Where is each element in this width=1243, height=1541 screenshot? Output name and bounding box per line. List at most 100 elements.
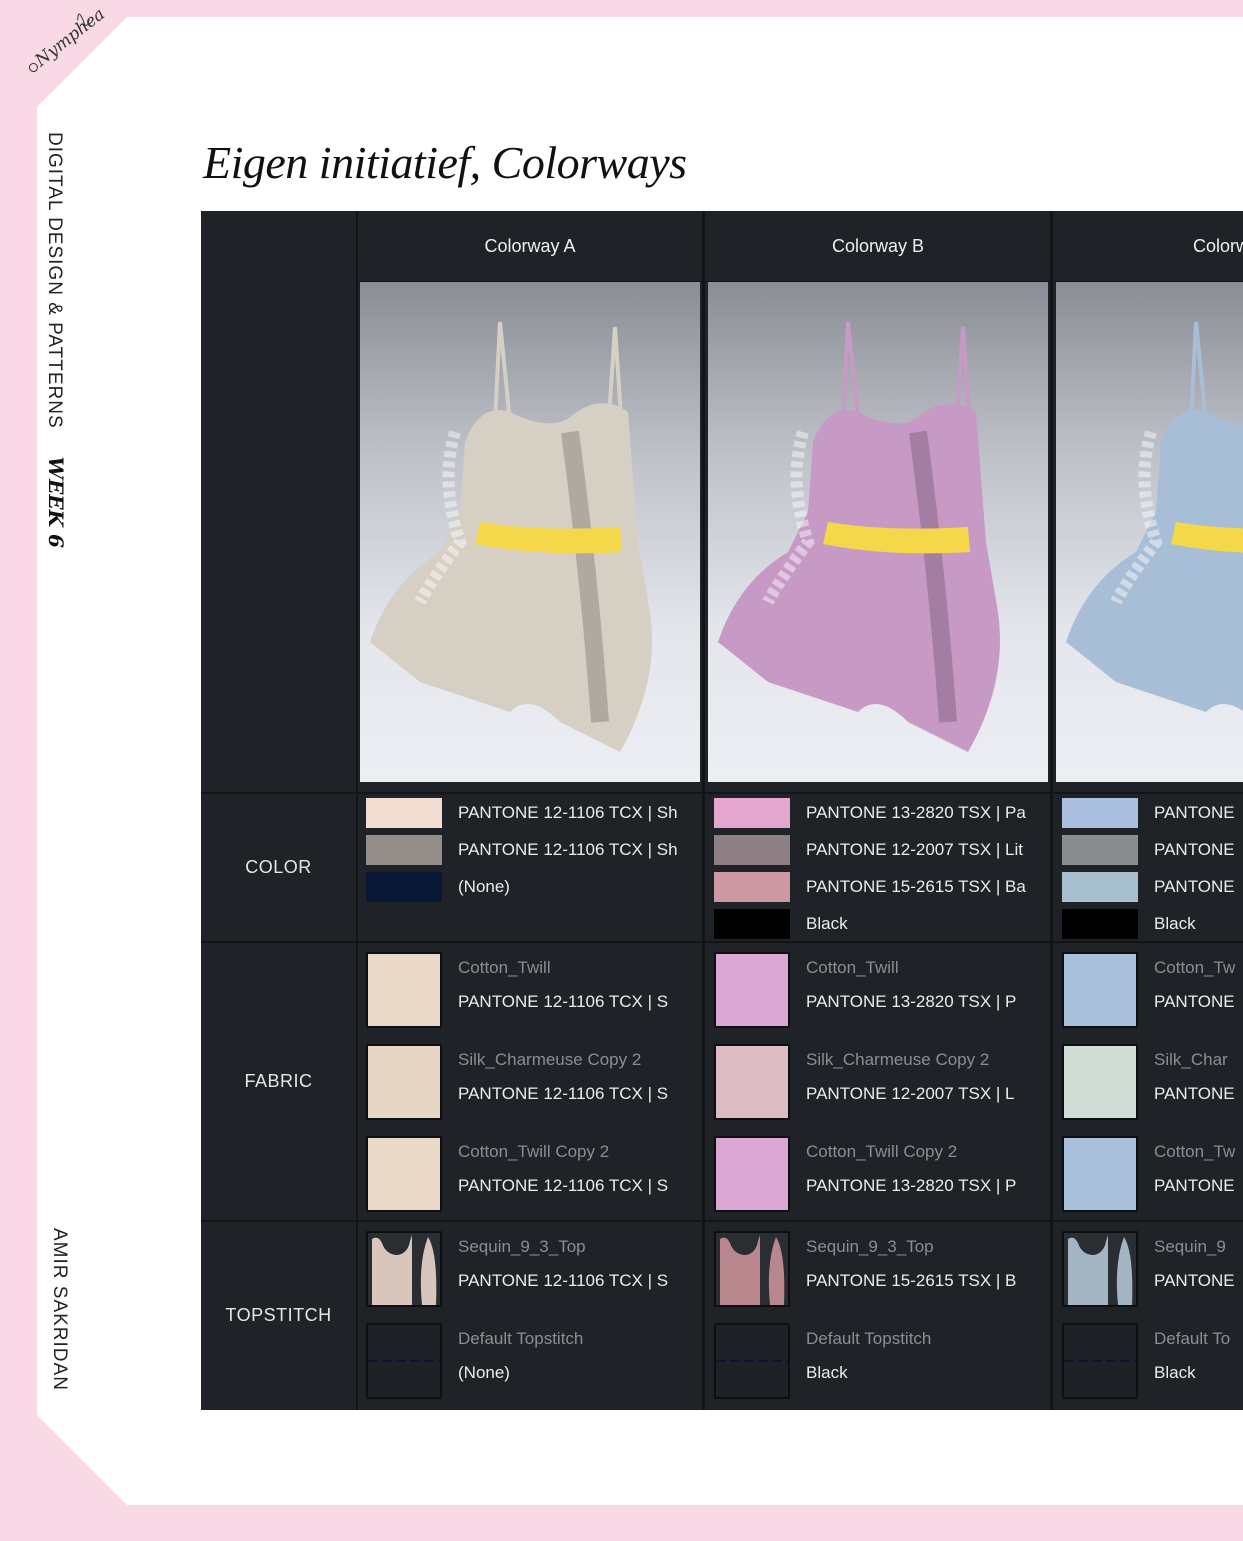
color-entry[interactable]: PANTONE — [1062, 797, 1235, 829]
fabric-entry[interactable]: Cotton_Twill PANTONE 13-2820 TSX | P — [714, 952, 1016, 1028]
topstitch-text: Default Topstitch Black — [806, 1323, 931, 1383]
colorway-table: COLOR FABRIC TOPSTITCH Colorway A PANTONE… — [201, 211, 1243, 1410]
color-entry[interactable]: PANTONE — [1062, 834, 1235, 866]
color-swatch[interactable] — [366, 835, 442, 865]
page-title: Eigen initiatief, Colorways — [203, 137, 687, 188]
fabric-thumbnail[interactable] — [366, 1044, 442, 1120]
garment-render[interactable] — [708, 282, 1048, 782]
fabric-entry[interactable]: Silk_Charmeuse Copy 2 PANTONE 12-1106 TCX… — [366, 1044, 668, 1120]
topstitch-entry[interactable]: Sequin_9 PANTONE — [1062, 1231, 1235, 1307]
color-swatch[interactable] — [714, 835, 790, 865]
fabric-entry[interactable]: Cotton_Tw PANTONE — [1062, 1136, 1235, 1212]
fabric-pantone: PANTONE — [1154, 1084, 1235, 1103]
fabric-text: Silk_Charmeuse Copy 2 PANTONE 12-1106 TCX… — [458, 1044, 668, 1104]
colorway-header[interactable]: Colorway A — [358, 211, 702, 282]
topstitch-name: Sequin_9 — [1154, 1237, 1226, 1256]
color-label: PANTONE 12-2007 TSX | Lit — [806, 840, 1024, 859]
color-entry[interactable]: PANTONE 15-2615 TSX | Ba — [714, 871, 1026, 903]
color-entry[interactable]: PANTONE 12-1106 TCX | Sh — [366, 834, 678, 866]
topstitch-entry[interactable]: Default Topstitch (None) — [366, 1323, 583, 1399]
color-entry[interactable]: PANTONE 13-2820 TSX | Pa — [714, 797, 1026, 829]
sequin-pattern-icon — [372, 1235, 437, 1305]
topstitch-thumbnail[interactable] — [714, 1323, 790, 1399]
fabric-thumbnail[interactable] — [1062, 1044, 1138, 1120]
colorway-header[interactable]: Colorwa — [1054, 211, 1243, 282]
topstitch-entry[interactable]: Sequin_9_3_Top PANTONE 15-2615 TSX | B — [714, 1231, 1016, 1307]
colorway-column: Colorway A PANTONE 12-1106 TCX | Sh PANTON… — [358, 211, 705, 1410]
fabric-pantone: PANTONE 12-1106 TCX | S — [458, 1084, 669, 1103]
topstitch-name: Default Topstitch — [806, 1329, 932, 1348]
topstitch-thumbnail[interactable] — [1062, 1323, 1138, 1399]
color-label: PANTONE — [1154, 877, 1235, 896]
garment-render[interactable] — [1056, 282, 1243, 782]
color-entry[interactable]: PANTONE — [1062, 871, 1235, 903]
color-swatch[interactable] — [1062, 909, 1138, 939]
fabric-entry[interactable]: Cotton_Twill Copy 2 PANTONE 13-2820 TSX |… — [714, 1136, 1016, 1212]
topstitch-pantone: Black — [806, 1363, 848, 1382]
colorway-header[interactable]: Colorway B — [706, 211, 1050, 282]
color-swatch[interactable] — [714, 872, 790, 902]
fabric-thumbnail[interactable] — [714, 1136, 790, 1212]
fabric-name: Cotton_Twill — [806, 958, 899, 977]
color-label: (None) — [458, 877, 510, 896]
color-label: PANTONE 15-2615 TSX | Ba — [806, 877, 1026, 896]
topstitch-name: Sequin_9_3_Top — [458, 1237, 586, 1256]
fabric-thumbnail[interactable] — [714, 1044, 790, 1120]
color-swatch[interactable] — [1062, 872, 1138, 902]
logo-lettering: Nymphea — [31, 6, 109, 72]
fabric-name: Cotton_Tw — [1154, 958, 1236, 977]
fabric-entry[interactable]: Cotton_Twill Copy 2 PANTONE 12-1106 TCX |… — [366, 1136, 668, 1212]
garment-illustration — [1066, 321, 1243, 712]
color-swatch[interactable] — [1062, 835, 1138, 865]
fabric-text: Silk_Char PANTONE — [1154, 1044, 1235, 1104]
fabric-thumbnail[interactable] — [366, 1136, 442, 1212]
fabric-entry[interactable]: Cotton_Tw PANTONE — [1062, 952, 1235, 1028]
color-entry[interactable]: Black — [1062, 908, 1196, 940]
row-label-fabric: FABRIC — [201, 942, 358, 1221]
fabric-thumbnail[interactable] — [1062, 1136, 1138, 1212]
color-swatch[interactable] — [1062, 798, 1138, 828]
fabric-entry[interactable]: Cotton_Twill PANTONE 12-1106 TCX | S — [366, 952, 668, 1028]
fabric-pantone: PANTONE — [1154, 992, 1235, 1011]
color-entry[interactable]: Black — [714, 908, 848, 940]
fabric-thumbnail[interactable] — [1062, 952, 1138, 1028]
color-label: PANTONE 12-1106 TCX | Sh — [458, 803, 678, 822]
topstitch-thumbnail[interactable] — [714, 1231, 790, 1307]
fabric-pantone: PANTONE 12-1106 TCX | S — [458, 1176, 669, 1195]
color-entry[interactable]: PANTONE 12-2007 TSX | Lit — [714, 834, 1023, 866]
topstitch-entry[interactable]: Sequin_9_3_Top PANTONE 12-1106 TCX | S — [366, 1231, 668, 1307]
fabric-name: Cotton_Twill — [458, 958, 551, 977]
color-swatch[interactable] — [714, 798, 790, 828]
colorway-column: Colorway B PANTONE 13-2820 TSX | Pa PANTON… — [706, 211, 1053, 1410]
color-label: Black — [806, 914, 848, 933]
fabric-entry[interactable]: Silk_Charmeuse Copy 2 PANTONE 12-2007 TSX… — [714, 1044, 1015, 1120]
topstitch-thumbnail[interactable] — [1062, 1231, 1138, 1307]
topstitch-text: Sequin_9_3_Top PANTONE 12-1106 TCX | S — [458, 1231, 668, 1291]
fabric-thumbnail[interactable] — [714, 952, 790, 1028]
fabric-thumbnail[interactable] — [366, 952, 442, 1028]
fabric-text: Cotton_Twill PANTONE 13-2820 TSX | P — [806, 952, 1016, 1012]
color-entry[interactable]: PANTONE 12-1106 TCX | Sh — [366, 797, 678, 829]
garment-render[interactable] — [360, 282, 700, 782]
topstitch-pantone: PANTONE 12-1106 TCX | S — [458, 1271, 669, 1290]
nymphea-logo: Nymphea — [28, 6, 109, 73]
color-swatch[interactable] — [366, 872, 442, 902]
topstitch-pantone: Black — [1154, 1363, 1196, 1382]
color-swatch[interactable] — [366, 798, 442, 828]
color-entry[interactable]: (None) — [366, 871, 510, 903]
topstitch-name: Default Topstitch — [458, 1329, 584, 1348]
topstitch-thumbnail[interactable] — [366, 1323, 442, 1399]
color-swatch[interactable] — [714, 909, 790, 939]
sequin-pattern-icon — [720, 1235, 785, 1305]
author-name: AMIR SAKRIDAN — [49, 1228, 70, 1391]
fabric-text: Cotton_Tw PANTONE — [1154, 1136, 1235, 1196]
topstitch-thumbnail[interactable] — [366, 1231, 442, 1307]
row-label-color: COLOR — [201, 793, 358, 942]
topstitch-entry[interactable]: Default To Black — [1062, 1323, 1230, 1399]
fabric-pantone: PANTONE 13-2820 TSX | P — [806, 992, 1017, 1011]
topstitch-entry[interactable]: Default Topstitch Black — [714, 1323, 931, 1399]
fabric-pantone: PANTONE 12-2007 TSX | L — [806, 1084, 1015, 1103]
fabric-name: Cotton_Tw — [1154, 1142, 1236, 1161]
fabric-entry[interactable]: Silk_Char PANTONE — [1062, 1044, 1235, 1120]
topstitch-name: Default To — [1154, 1329, 1231, 1348]
